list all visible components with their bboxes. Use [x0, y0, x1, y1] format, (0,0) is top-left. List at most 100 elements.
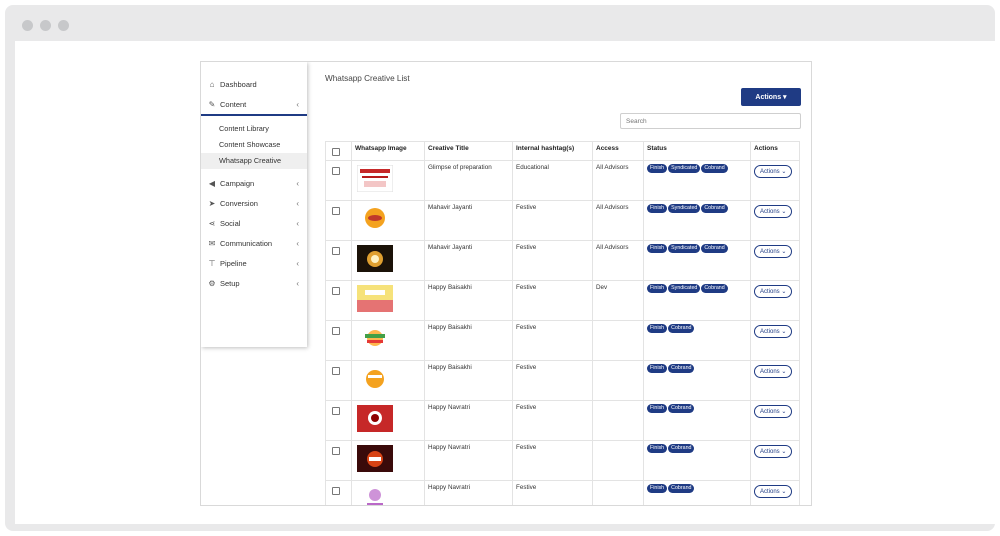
- row-actions-button[interactable]: Actions ⌄: [754, 285, 793, 298]
- row-checkbox[interactable]: [332, 407, 340, 415]
- row-select-cell: [325, 400, 352, 441]
- row-actions-button[interactable]: Actions ⌄: [754, 405, 793, 418]
- status-badge: Finish: [647, 164, 668, 173]
- row-actions-button[interactable]: Actions ⌄: [754, 325, 793, 338]
- status-cell: Finish Cobrand: [643, 440, 751, 481]
- actions-dropdown-button[interactable]: Actions ▾: [741, 88, 801, 106]
- status-badge: Finish: [647, 244, 668, 253]
- status-cell: Finish Cobrand: [643, 320, 751, 361]
- status-badge: Cobrand: [668, 324, 695, 333]
- row-actions-button[interactable]: Actions ⌄: [754, 245, 793, 258]
- creative-thumbnail[interactable]: [356, 164, 394, 193]
- sidebar-item-setup[interactable]: ⚙ Setup ‹: [201, 273, 307, 293]
- window-dot-close[interactable]: [22, 20, 33, 31]
- row-checkbox[interactable]: [332, 167, 340, 175]
- select-all-cell: [325, 141, 352, 161]
- status-badge: Finish: [647, 324, 668, 333]
- creative-table: Whatsapp Image Creative Title Internal h…: [325, 141, 800, 505]
- row-select-cell: [325, 480, 352, 505]
- sidebar-item-label: Social: [220, 218, 241, 228]
- search-input[interactable]: [620, 113, 801, 129]
- row-actions-button[interactable]: Actions ⌄: [754, 445, 793, 458]
- sidebar-item-pipeline[interactable]: ⊤ Pipeline ‹: [201, 253, 307, 273]
- status-badge: Cobrand: [668, 364, 695, 373]
- creative-thumbnail[interactable]: [357, 405, 393, 432]
- window-dot-maximize[interactable]: [58, 20, 69, 31]
- title-cell: Mahavir Jayanti: [424, 240, 513, 281]
- row-actions-button[interactable]: Actions ⌄: [754, 165, 793, 178]
- access-cell: [592, 480, 644, 505]
- actions-cell: Actions ⌄: [750, 360, 800, 401]
- row-checkbox[interactable]: [332, 287, 340, 295]
- status-badge: Syndicated: [668, 204, 701, 213]
- row-checkbox[interactable]: [332, 207, 340, 215]
- row-select-cell: [325, 440, 352, 481]
- chevron-left-icon: ‹: [296, 258, 299, 268]
- hashtag-cell: Educational: [512, 160, 593, 201]
- submenu-item-whatsapp-creative[interactable]: Whatsapp Creative: [201, 153, 307, 169]
- table-row: Happy Baisakhi Festive Finish Cobrand Action…: [325, 320, 800, 361]
- actions-cell: Actions ⌄: [750, 480, 800, 505]
- row-actions-button[interactable]: Actions ⌄: [754, 365, 793, 378]
- hashtag-cell: Festive: [512, 200, 593, 241]
- row-actions-button[interactable]: Actions ⌄: [754, 485, 793, 498]
- creative-thumbnail[interactable]: [357, 445, 393, 472]
- creative-thumbnail[interactable]: [357, 245, 393, 272]
- sidebar-item-label: Conversion: [220, 198, 258, 208]
- title-cell: Happy Baisakhi: [424, 320, 513, 361]
- status-badge: Finish: [647, 404, 668, 413]
- creative-thumbnail[interactable]: [357, 365, 393, 392]
- submenu-item-content-library[interactable]: Content Library: [201, 121, 307, 137]
- sidebar-item-label: Campaign: [220, 178, 255, 188]
- status-badge: Syndicated: [668, 164, 701, 173]
- status-badge: Cobrand: [701, 284, 728, 293]
- hashtag-cell: Festive: [512, 480, 593, 505]
- sidebar-item-label: Communication: [220, 238, 273, 248]
- creative-thumbnail[interactable]: [357, 285, 393, 312]
- row-select-cell: [325, 360, 352, 401]
- row-actions-button[interactable]: Actions ⌄: [754, 205, 793, 218]
- creative-thumbnail[interactable]: [357, 205, 393, 232]
- status-badge: Syndicated: [668, 244, 701, 253]
- sidebar-item-content[interactable]: ✎ Content ‹: [201, 94, 307, 116]
- column-header-access[interactable]: Access: [592, 141, 644, 161]
- sidebar-item-dashboard[interactable]: ⌂ Dashboard: [201, 74, 307, 94]
- title-cell: Happy Navratri: [424, 440, 513, 481]
- column-header-hashtags[interactable]: Internal hashtag(s): [512, 141, 593, 161]
- row-checkbox[interactable]: [332, 447, 340, 455]
- column-header-status[interactable]: Status: [643, 141, 751, 161]
- row-checkbox[interactable]: [332, 367, 340, 375]
- title-cell: Glimpse of preparation: [424, 160, 513, 201]
- sidebar-item-social[interactable]: ⋖ Social ‹: [201, 213, 307, 233]
- edit-icon: ✎: [208, 99, 216, 109]
- row-checkbox[interactable]: [332, 247, 340, 255]
- mail-icon: ✉: [208, 238, 216, 248]
- sidebar-item-conversion[interactable]: ➤ Conversion ‹: [201, 193, 307, 213]
- title-cell: Mahavir Jayanti: [424, 200, 513, 241]
- creative-thumbnail[interactable]: [357, 325, 393, 352]
- gear-icon: ⚙: [208, 278, 216, 288]
- status-badge: Cobrand: [668, 484, 695, 493]
- column-header-image[interactable]: Whatsapp Image: [351, 141, 425, 161]
- table-header-row: Whatsapp Image Creative Title Internal h…: [325, 141, 800, 161]
- sidebar-item-campaign[interactable]: ◀ Campaign ‹: [201, 173, 307, 193]
- status-badge: Cobrand: [668, 444, 695, 453]
- row-checkbox[interactable]: [332, 327, 340, 335]
- creative-thumbnail[interactable]: [357, 485, 393, 505]
- row-select-cell: [325, 280, 352, 321]
- submenu-item-content-showcase[interactable]: Content Showcase: [201, 137, 307, 153]
- table-row: Happy Navratri Festive Finish Cobrand Action…: [325, 400, 800, 441]
- window-dot-minimize[interactable]: [40, 20, 51, 31]
- row-checkbox[interactable]: [332, 487, 340, 495]
- main-content: Whatsapp Creative List Actions ▾ Whatsap…: [317, 62, 811, 505]
- access-cell: [592, 320, 644, 361]
- megaphone-icon: ◀: [208, 178, 216, 188]
- access-cell: All Advisors: [592, 200, 644, 241]
- select-all-checkbox[interactable]: [332, 148, 340, 156]
- sidebar-item-communication[interactable]: ✉ Communication ‹: [201, 233, 307, 253]
- image-cell: [351, 320, 425, 361]
- column-header-title[interactable]: Creative Title: [424, 141, 513, 161]
- hashtag-cell: Festive: [512, 320, 593, 361]
- status-badge: Finish: [647, 444, 668, 453]
- status-badge: Cobrand: [701, 164, 728, 173]
